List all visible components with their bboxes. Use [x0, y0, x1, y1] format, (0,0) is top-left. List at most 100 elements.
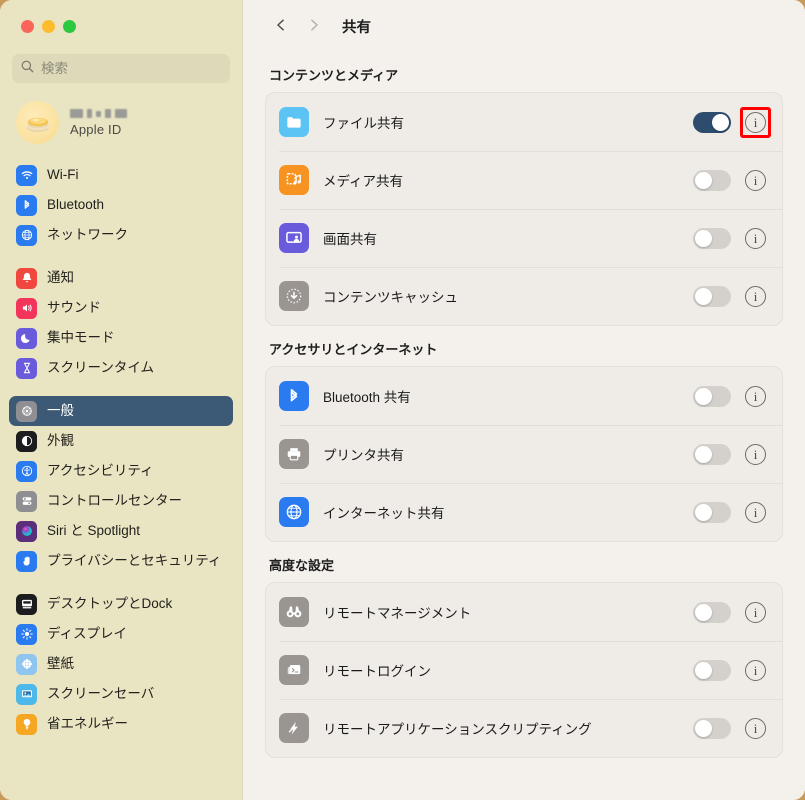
sidebar-item-1-2[interactable]: 集中モード — [9, 323, 233, 353]
settings-sections: コンテンツとメディアファイル共有 i メディア共有 i 画面共有 i コンテンツキャッシュ i… — [265, 65, 783, 758]
sidebar-item-3-3[interactable]: スクリーンセーバ — [9, 679, 233, 709]
sidebar-item-label: デスクトップとDock — [47, 596, 173, 612]
info-icon[interactable]: i — [745, 717, 766, 739]
search-input[interactable] — [41, 61, 221, 76]
sidebar-item-label: 集中モード — [47, 330, 115, 346]
info-icon[interactable]: i — [745, 659, 766, 681]
settings-row-toggle[interactable] — [693, 227, 731, 249]
privacy-hand-icon — [16, 550, 37, 572]
info-button-wrap: i — [745, 169, 766, 191]
sidebar-item-2-5[interactable]: プライバシーとセキュリティ — [9, 546, 233, 576]
toggle-knob — [695, 229, 712, 247]
settings-row[interactable]: ファイル共有 i — [266, 93, 782, 151]
sidebar-item-2-3[interactable]: コントロールセンター — [9, 486, 233, 516]
sidebar-item-label: 通知 — [47, 270, 74, 286]
desktop-dock-icon — [16, 593, 37, 615]
info-button-wrap: i — [745, 227, 766, 249]
info-icon[interactable]: i — [745, 443, 766, 465]
sidebar-item-siri-spotlight[interactable]: Siri と Spotlight — [9, 516, 233, 546]
settings-row[interactable]: インターネット共有 i — [266, 483, 782, 541]
settings-row-toggle[interactable] — [693, 385, 731, 407]
info-icon[interactable]: i — [745, 601, 766, 623]
sidebar-item-0-2[interactable]: ネットワーク — [9, 220, 233, 250]
settings-row-toggle[interactable] — [693, 111, 731, 133]
info-icon[interactable]: i — [745, 169, 766, 191]
sidebar-item-3-4[interactable]: 省エネルギー — [9, 709, 233, 739]
info-icon[interactable]: i — [745, 385, 766, 407]
toggle-knob — [695, 171, 712, 189]
page-title: 共有 — [342, 19, 371, 36]
chevron-left-icon — [274, 18, 288, 35]
printer-sharing-icon — [279, 439, 309, 469]
info-icon[interactable]: i — [745, 501, 766, 523]
settings-row-toggle[interactable] — [693, 443, 731, 465]
info-icon[interactable]: i — [745, 227, 766, 249]
network-globe-icon — [16, 224, 37, 246]
screen-sharing-icon — [279, 223, 309, 253]
settings-row[interactable]: リモートアプリケーションスクリプティング i — [266, 699, 782, 757]
sidebar-item--dock[interactable]: デスクトップとDock — [9, 589, 233, 619]
sidebar-item-2-1[interactable]: 外観 — [9, 426, 233, 456]
settings-row[interactable]: リモートログイン i — [266, 641, 782, 699]
forward-button[interactable] — [301, 13, 327, 39]
apple-id-account[interactable]: Apple ID — [14, 97, 230, 148]
settings-row-toggle[interactable] — [693, 169, 731, 191]
sidebar-item-1-0[interactable]: 通知 — [9, 263, 233, 293]
settings-row-label: リモートアプリケーションスクリプティング — [323, 722, 592, 737]
settings-row-label: 画面共有 — [323, 232, 377, 247]
info-icon[interactable]: i — [745, 285, 766, 307]
sidebar-item-label: Siri と Spotlight — [47, 523, 141, 539]
info-button-wrap: i — [745, 443, 766, 465]
wallpaper-flower-icon — [16, 653, 37, 675]
settings-row-toggle[interactable] — [693, 717, 731, 739]
section-title: 高度な設定 — [269, 558, 335, 573]
chevron-right-icon — [307, 18, 321, 35]
bluetooth-sharing-icon — [279, 381, 309, 411]
sidebar-item-2-0[interactable]: 一般 — [9, 396, 233, 426]
settings-row-toggle[interactable] — [693, 659, 731, 681]
section-title: コンテンツとメディア — [269, 68, 399, 83]
sidebar-item-2-2[interactable]: アクセシビリティ — [9, 456, 233, 486]
settings-row-toggle[interactable] — [693, 601, 731, 623]
toggle-knob — [695, 719, 712, 737]
info-button-wrap: i — [745, 601, 766, 623]
sidebar-item-1-3[interactable]: スクリーンタイム — [9, 353, 233, 383]
sidebar-item-3-2[interactable]: 壁紙 — [9, 649, 233, 679]
avatar — [16, 101, 59, 144]
close-button[interactable] — [21, 20, 34, 33]
back-button[interactable] — [268, 13, 294, 39]
info-button-wrap: i — [745, 659, 766, 681]
toggle-knob — [695, 445, 712, 463]
sidebar-item-wi-fi[interactable]: Wi-Fi — [9, 160, 233, 190]
sidebar-group-2: 一般外観 アクセシビリティ コントロールセンター Siri と Spotlight プラ… — [0, 396, 242, 576]
settings-row[interactable]: 画面共有 i — [266, 209, 782, 267]
settings-row-label: コンテンツキャッシュ — [323, 290, 458, 305]
info-button-wrap: i — [745, 717, 766, 739]
section-title: アクセサリとインターネット — [269, 342, 438, 357]
settings-row[interactable]: メディア共有 i — [266, 151, 782, 209]
search-field[interactable] — [12, 54, 230, 83]
settings-row[interactable]: コンテンツキャッシュ i — [266, 267, 782, 325]
sidebar-item-label: 一般 — [47, 403, 74, 419]
settings-row-toggle[interactable] — [693, 285, 731, 307]
sidebar-group-1: 通知サウンド集中モードスクリーンタイム — [0, 263, 242, 383]
settings-row-label: インターネット共有 — [323, 506, 445, 521]
settings-row[interactable]: プリンタ共有 i — [266, 425, 782, 483]
minimize-button[interactable] — [42, 20, 55, 33]
general-gear-icon — [16, 400, 37, 422]
sidebar-item-1-1[interactable]: サウンド — [9, 293, 233, 323]
info-icon[interactable]: i — [745, 111, 766, 133]
screen-time-hourglass-icon — [16, 357, 37, 379]
settings-card: Bluetooth 共有 i プリンタ共有 i インターネット共有 i — [265, 366, 783, 542]
settings-row-toggle[interactable] — [693, 501, 731, 523]
settings-row-label: プリンタ共有 — [323, 448, 404, 463]
sidebar-item-bluetooth[interactable]: Bluetooth — [9, 190, 233, 220]
sidebar-item-3-1[interactable]: ディスプレイ — [9, 619, 233, 649]
zoom-button[interactable] — [63, 20, 76, 33]
search-icon — [21, 60, 34, 78]
settings-row[interactable]: リモートマネージメント i — [266, 583, 782, 641]
internet-sharing-globe-icon — [279, 497, 309, 527]
info-button-wrap: i — [745, 501, 766, 523]
settings-row[interactable]: Bluetooth 共有 i — [266, 367, 782, 425]
toggle-knob — [695, 287, 712, 305]
